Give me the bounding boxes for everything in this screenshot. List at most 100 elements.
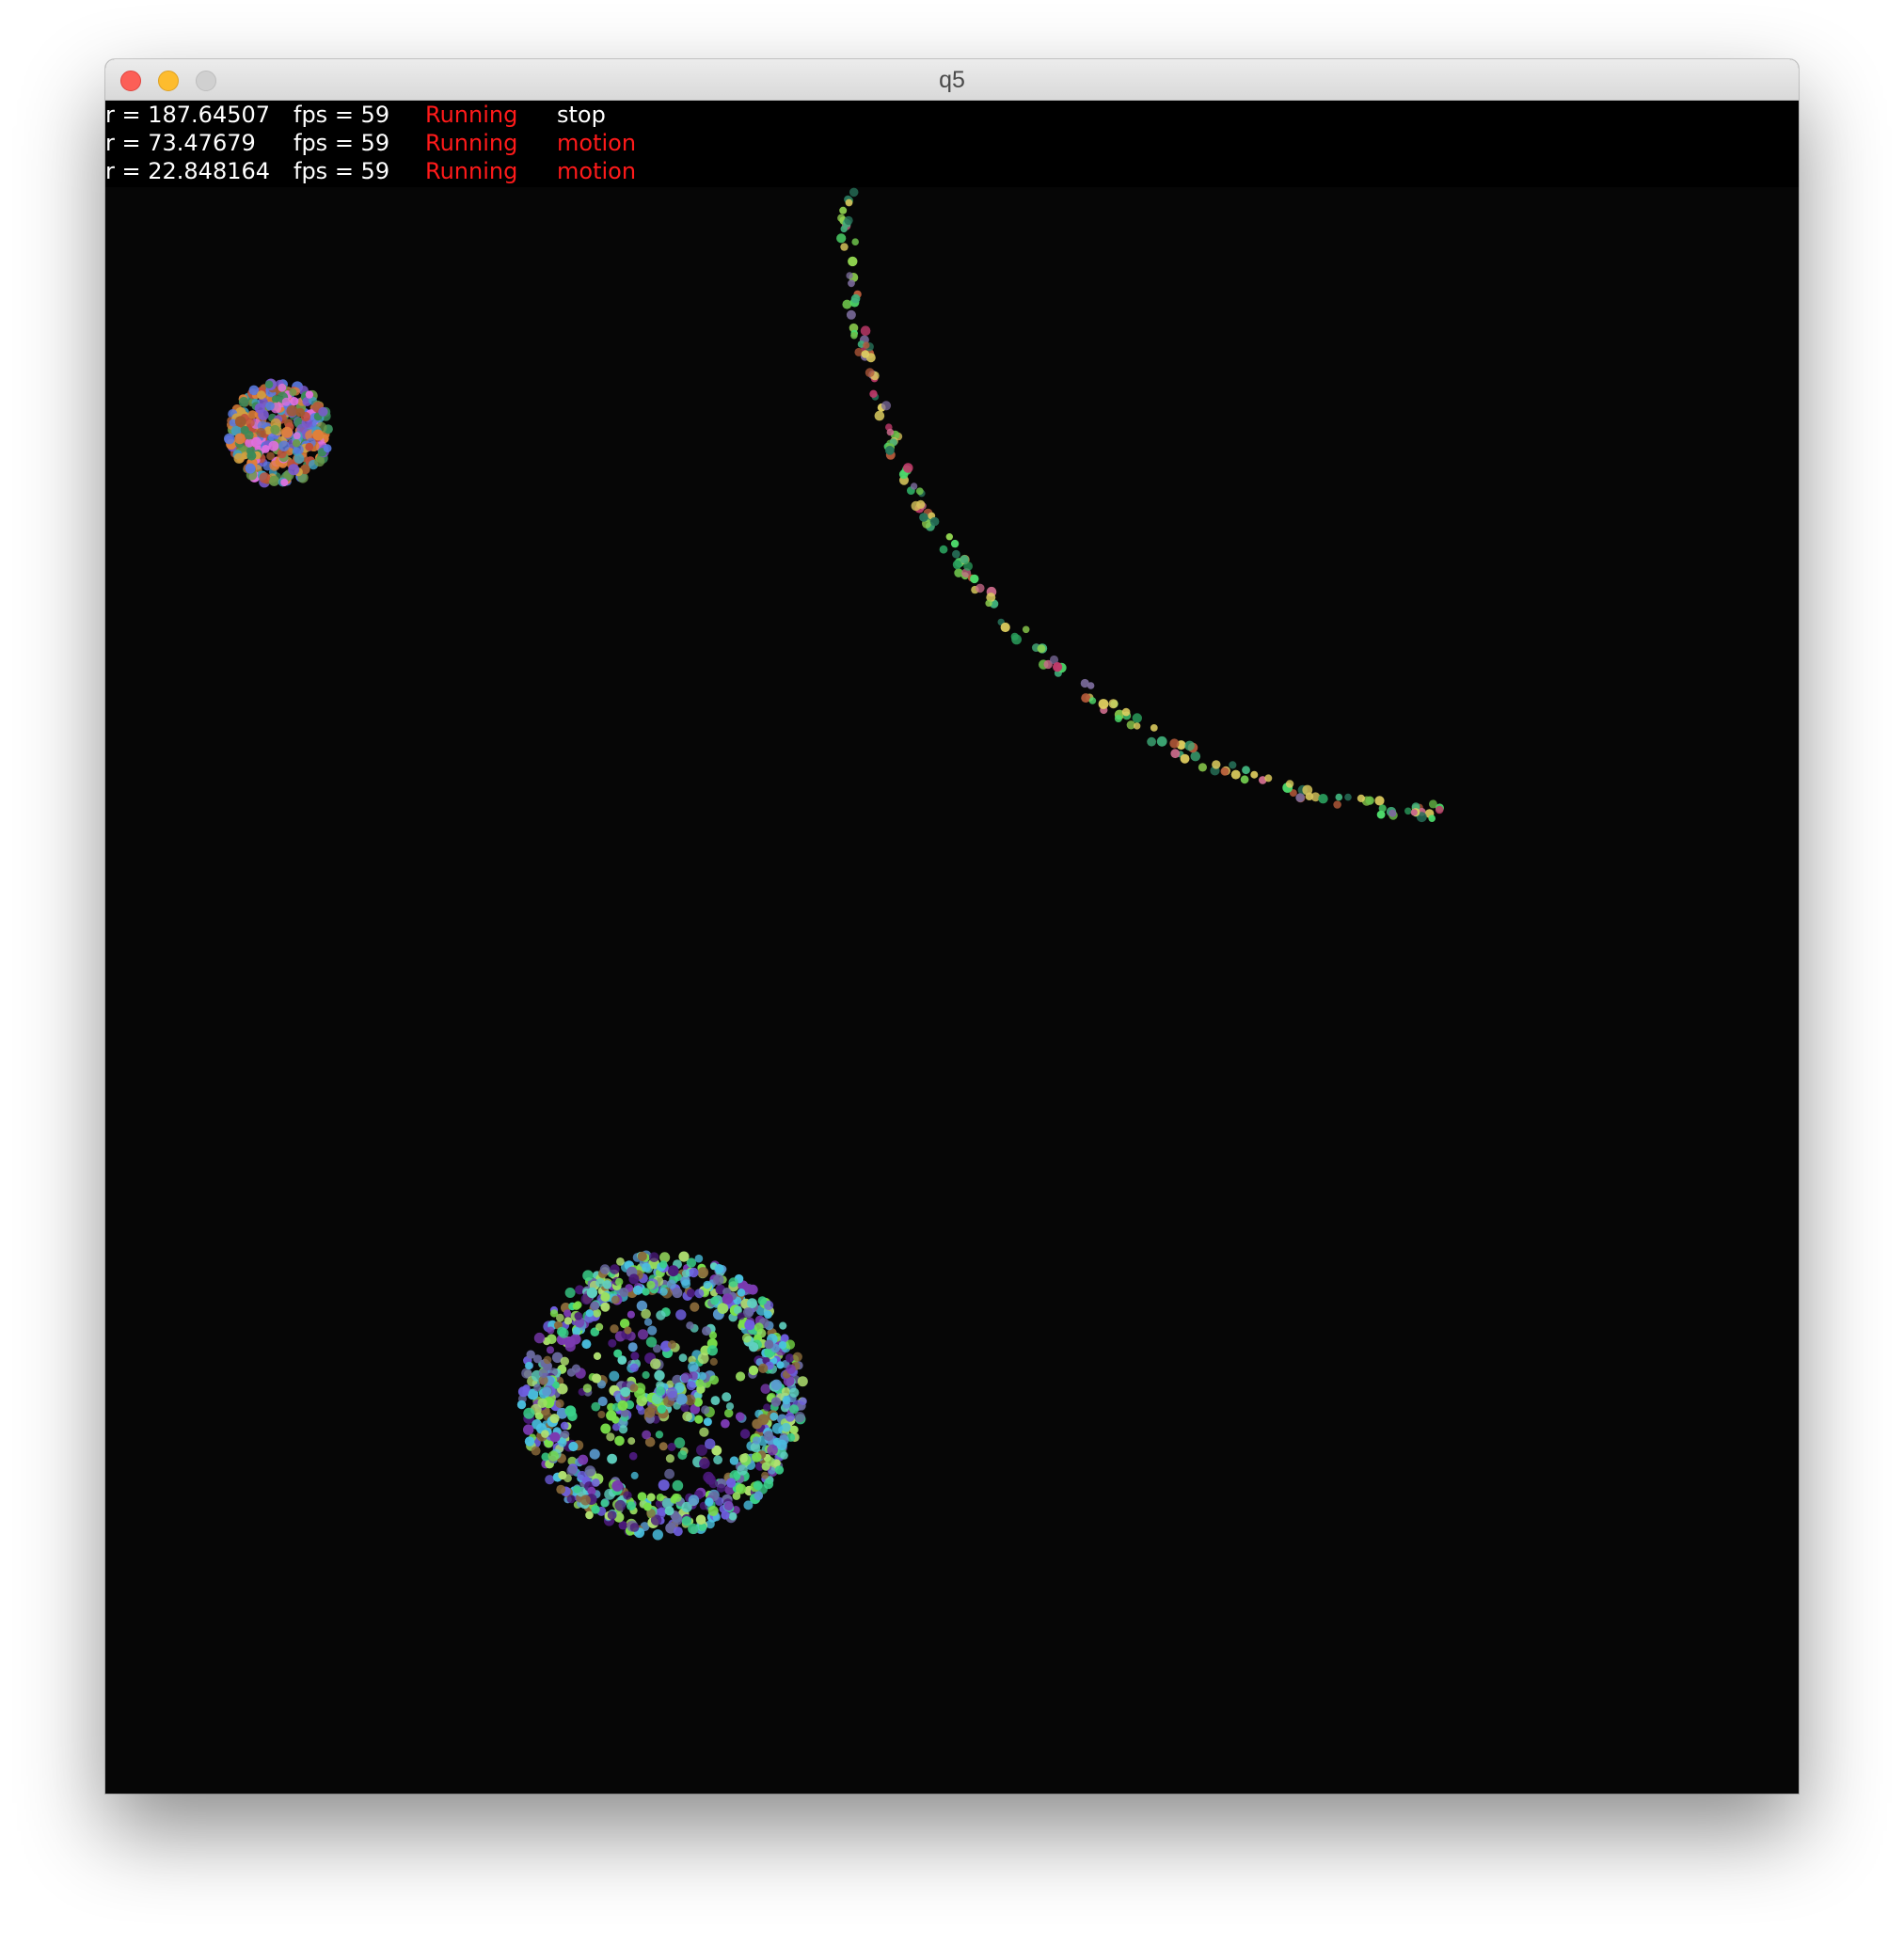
particle <box>792 1352 802 1362</box>
particle <box>566 1368 576 1377</box>
particle <box>240 425 249 435</box>
particle <box>533 1384 542 1392</box>
particle <box>564 1405 577 1417</box>
particle <box>245 463 256 474</box>
particle <box>770 1379 783 1391</box>
particle <box>578 1454 589 1465</box>
particle <box>744 1320 755 1331</box>
particle <box>290 397 299 406</box>
particle <box>546 1346 555 1354</box>
particle <box>628 1451 638 1461</box>
particle <box>677 1450 688 1461</box>
particle <box>1388 809 1397 817</box>
radius-readout: r = 73.47679 <box>105 130 256 156</box>
particle <box>538 1368 548 1379</box>
particle <box>238 397 249 407</box>
medium-disc-cluster <box>516 1250 808 1541</box>
particle <box>632 1285 643 1295</box>
particle <box>629 1363 639 1372</box>
particle <box>574 1312 583 1320</box>
particle <box>549 1309 559 1318</box>
particle <box>289 388 297 397</box>
particle <box>760 1384 771 1394</box>
small-disc-cluster <box>224 378 333 488</box>
particle <box>637 1251 647 1261</box>
particle <box>547 1334 557 1345</box>
particle <box>1410 809 1418 816</box>
particle <box>1170 749 1181 759</box>
radius-readout: r = 187.64507 <box>105 102 271 128</box>
particle <box>560 1356 569 1367</box>
particle <box>916 499 926 509</box>
particle <box>614 1499 627 1511</box>
particle <box>560 1421 569 1431</box>
particle <box>763 1479 774 1490</box>
particle <box>627 1501 636 1510</box>
particle <box>269 460 280 471</box>
particle <box>526 1350 535 1359</box>
particle <box>1147 736 1156 747</box>
particle <box>886 428 895 436</box>
particle <box>689 1371 699 1381</box>
particle <box>246 418 255 428</box>
particle <box>849 187 859 198</box>
particle <box>797 1376 808 1387</box>
particle <box>257 390 266 400</box>
particle <box>695 1514 706 1526</box>
particle <box>629 1523 640 1532</box>
particle <box>778 1340 787 1350</box>
particle <box>619 1288 629 1297</box>
particle <box>785 1353 795 1363</box>
particle <box>757 1296 768 1305</box>
particle <box>617 1399 628 1411</box>
particle <box>722 1392 732 1402</box>
mode-text: motion <box>557 158 637 184</box>
particle <box>606 1432 615 1442</box>
particle <box>738 1453 748 1463</box>
particle <box>1220 767 1230 776</box>
hud-overlay: r = 187.64507 fps = 59 Running stop r = … <box>105 101 1799 187</box>
particle <box>572 1326 580 1336</box>
particle <box>251 436 262 448</box>
particle <box>288 464 300 476</box>
particle <box>771 1423 784 1434</box>
particle <box>1344 793 1352 801</box>
particle <box>707 1506 719 1516</box>
particle <box>1378 804 1387 813</box>
particle <box>627 1437 636 1446</box>
particle <box>264 380 274 389</box>
particle <box>643 1502 652 1511</box>
particle <box>741 1333 752 1343</box>
particle <box>706 1345 719 1356</box>
particle <box>600 1423 611 1434</box>
particle <box>281 397 291 406</box>
particle <box>910 482 918 490</box>
particle <box>903 463 913 473</box>
particle <box>919 513 928 522</box>
particle <box>709 1375 720 1385</box>
particle-layer <box>224 187 1444 1541</box>
particle <box>564 1288 576 1298</box>
particle <box>678 1251 690 1262</box>
particle <box>268 440 279 451</box>
particle <box>643 1318 653 1326</box>
particle <box>620 1386 631 1398</box>
status-text: Running <box>425 158 518 184</box>
particle <box>590 1301 600 1311</box>
particle <box>581 1339 592 1350</box>
sketch-canvas[interactable]: r = 187.64507 fps = 59 Running stop r = … <box>105 101 1799 1794</box>
particle <box>233 452 245 464</box>
particle <box>292 439 301 448</box>
particle <box>584 1465 596 1477</box>
particle <box>600 1291 611 1303</box>
particle <box>851 238 859 245</box>
particle <box>656 1494 665 1502</box>
mode-text: motion <box>557 130 637 156</box>
particle <box>566 1494 576 1504</box>
title-bar[interactable]: q5 <box>105 59 1799 101</box>
particle <box>754 1491 764 1501</box>
radius-readout: r = 22.848164 <box>105 158 271 184</box>
particle <box>247 410 258 419</box>
particle <box>522 1384 531 1393</box>
particle <box>265 401 275 411</box>
